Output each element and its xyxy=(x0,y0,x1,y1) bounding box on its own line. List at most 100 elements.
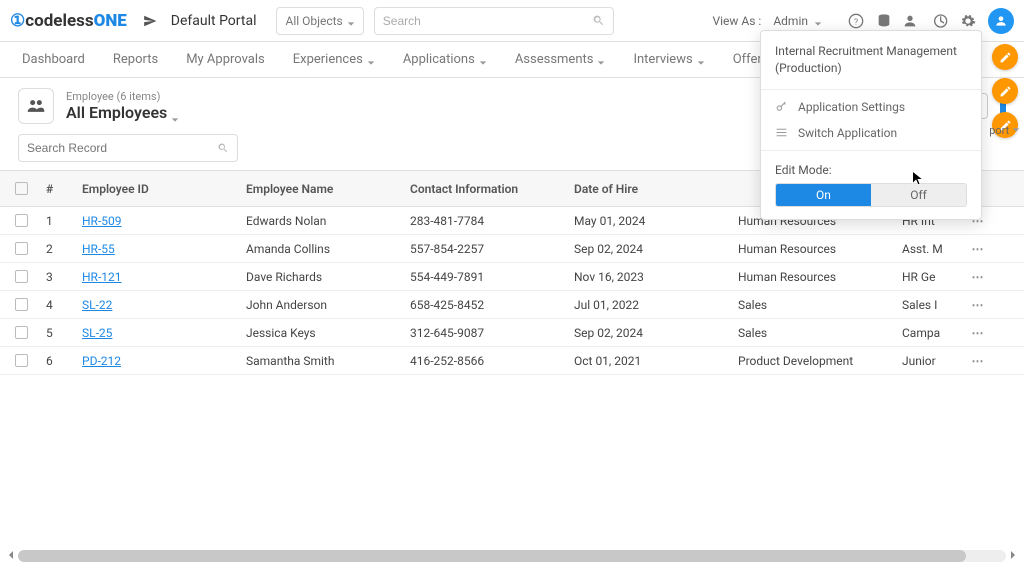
employee-id-link[interactable]: SL-25 xyxy=(82,326,112,340)
row-date: Sep 02, 2024 xyxy=(574,326,738,340)
view-as-select[interactable]: Admin xyxy=(767,10,828,32)
row-job: Sales I xyxy=(902,298,960,312)
table-row[interactable]: 2HR-55Amanda Collins557-854-2257Sep 02, … xyxy=(0,235,1024,263)
view-meta: Employee (6 items) All Employees xyxy=(66,90,179,122)
row-job: Junior xyxy=(902,354,960,368)
portal-label[interactable]: Default Portal xyxy=(171,13,257,29)
fab-edit[interactable] xyxy=(992,44,1018,70)
row-checkbox[interactable] xyxy=(15,298,28,311)
row-num: 5 xyxy=(42,326,82,340)
row-contact: 658-425-8452 xyxy=(410,298,574,312)
row-checkbox[interactable] xyxy=(15,270,28,283)
row-contact: 312-645-9087 xyxy=(410,326,574,340)
row-name: Amanda Collins xyxy=(246,242,410,256)
help-icon[interactable]: ? xyxy=(848,13,864,29)
row-date: Oct 01, 2021 xyxy=(574,354,738,368)
row-num: 3 xyxy=(42,270,82,284)
col-date[interactable]: Date of Hire xyxy=(574,182,738,196)
edit-mode-on[interactable]: On xyxy=(776,184,871,206)
col-num[interactable]: # xyxy=(42,182,82,196)
menu-app-settings[interactable]: Application Settings xyxy=(761,94,981,120)
row-contact: 283-481-7784 xyxy=(410,214,574,228)
user-avatar[interactable] xyxy=(988,8,1014,34)
tab-dashboard[interactable]: Dashboard xyxy=(8,42,99,78)
row-job: Campa xyxy=(902,326,960,340)
employees-icon xyxy=(18,88,54,124)
menu-switch-app[interactable]: Switch Application xyxy=(761,120,981,146)
search-input[interactable] xyxy=(383,14,592,28)
user-plus-icon[interactable] xyxy=(904,13,920,29)
edit-mode-toggle[interactable]: On Off xyxy=(775,183,967,207)
employee-id-link[interactable]: HR-121 xyxy=(82,270,122,284)
database-icon[interactable] xyxy=(876,13,892,29)
search-record-input[interactable] xyxy=(27,141,217,155)
tab-applications[interactable]: Applications xyxy=(389,42,501,78)
scrollbar-thumb[interactable] xyxy=(18,550,966,562)
search-icon xyxy=(217,142,229,154)
row-date: Sep 02, 2024 xyxy=(574,242,738,256)
global-search[interactable] xyxy=(374,7,614,35)
view-as: View As : Admin xyxy=(713,10,829,32)
search-icon xyxy=(592,14,605,27)
row-num: 4 xyxy=(42,298,82,312)
row-name: Samantha Smith xyxy=(246,354,410,368)
table-row[interactable]: 6PD-212 Samantha Smith416-252-8566Oct 01,… xyxy=(0,347,1024,375)
row-num: 2 xyxy=(42,242,82,256)
row-job: HR Ge xyxy=(902,270,960,284)
row-checkbox[interactable] xyxy=(15,214,28,227)
row-menu-icon[interactable]: ⋯ xyxy=(972,326,985,340)
employee-id-link[interactable]: SL-22 xyxy=(82,298,112,312)
fab-edit-2[interactable] xyxy=(992,78,1018,104)
row-dept: Sales xyxy=(738,326,902,340)
history-icon[interactable] xyxy=(932,13,948,29)
tab-assessments[interactable]: Assessments xyxy=(501,42,620,78)
row-menu-icon[interactable]: ⋯ xyxy=(972,270,985,284)
admin-dropdown: Internal Recruitment Management (Product… xyxy=(760,30,982,220)
row-menu-icon[interactable]: ⋯ xyxy=(972,242,985,256)
row-name: Jessica Keys xyxy=(246,326,410,340)
paper-plane-icon[interactable] xyxy=(143,14,157,28)
row-contact: 416-252-8566 xyxy=(410,354,574,368)
tab-reports[interactable]: Reports xyxy=(99,42,172,78)
table-row[interactable]: 5SL-25 Jessica Keys312-645-9087Sep 02, 20… xyxy=(0,319,1024,347)
select-all-checkbox[interactable] xyxy=(15,182,28,195)
col-employee-name[interactable]: Employee Name xyxy=(246,182,410,196)
row-name: Edwards Nolan xyxy=(246,214,410,228)
row-job: Asst. M xyxy=(902,242,960,256)
edit-mode-label: Edit Mode: xyxy=(761,155,981,183)
row-id: HR-509 xyxy=(82,214,246,228)
row-checkbox[interactable] xyxy=(15,326,28,339)
row-checkbox[interactable] xyxy=(15,242,28,255)
horizontal-scrollbar[interactable] xyxy=(18,550,1006,562)
row-name: Dave Richards xyxy=(246,270,410,284)
tab-interviews[interactable]: Interviews xyxy=(619,42,718,78)
row-date: Jul 01, 2022 xyxy=(574,298,738,312)
row-menu-icon[interactable]: ⋯ xyxy=(972,354,985,368)
table-row[interactable]: 3HR-121Dave Richards554-449-7891Nov 16, … xyxy=(0,263,1024,291)
mouse-cursor xyxy=(910,170,926,190)
table-row[interactable]: 4SL-22John Anderson658-425-8452Jul 01, 2… xyxy=(0,291,1024,319)
gear-icon[interactable] xyxy=(960,13,976,29)
view-name-select[interactable]: All Employees xyxy=(66,103,179,122)
employee-id-link[interactable]: HR-509 xyxy=(82,214,122,228)
search-record[interactable] xyxy=(18,134,238,162)
object-select[interactable]: All Objects xyxy=(276,7,363,35)
row-contact: 554-449-7891 xyxy=(410,270,574,284)
employee-id-link[interactable]: HR-55 xyxy=(82,242,115,256)
tab-experiences[interactable]: Experiences xyxy=(279,42,389,78)
row-num: 6 xyxy=(42,354,82,368)
scroll-left[interactable] xyxy=(4,548,18,562)
col-employee-id[interactable]: Employee ID xyxy=(82,182,246,196)
row-dept: Human Resources xyxy=(738,242,902,256)
row-menu-icon[interactable]: ⋯ xyxy=(972,298,985,312)
switch-icon xyxy=(775,126,788,139)
logo[interactable]: ①codelessONE xyxy=(10,11,127,31)
key-icon xyxy=(775,100,788,113)
row-id: HR-121 xyxy=(82,270,246,284)
employee-id-link[interactable]: PD-212 xyxy=(82,354,121,368)
tab-my-approvals[interactable]: My Approvals xyxy=(172,42,279,78)
row-checkbox[interactable] xyxy=(15,354,28,367)
row-id: SL-22 xyxy=(82,298,246,312)
scroll-right[interactable] xyxy=(1006,548,1020,562)
col-contact[interactable]: Contact Information xyxy=(410,182,574,196)
